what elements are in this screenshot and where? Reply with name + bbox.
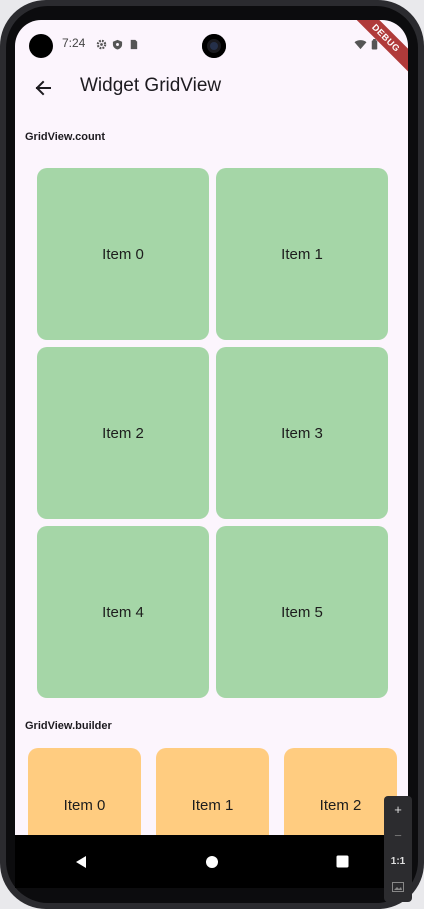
nav-home-button[interactable] [192, 842, 232, 882]
gridview-count[interactable]: Item 0 Item 1 Item 2 Item 3 Item 4 Item … [37, 168, 389, 698]
back-triangle-icon [75, 855, 86, 868]
zoom-in-button[interactable]: + [384, 796, 412, 822]
status-time: 7:24 [62, 36, 86, 50]
grid-tile[interactable]: Item 5 [216, 526, 388, 698]
home-circle-icon [205, 855, 218, 868]
app-bar: Widget GridView [15, 68, 408, 108]
status-bar: 7:24 DEBUG [15, 20, 408, 78]
front-camera-cutout [29, 34, 53, 58]
gear-icon [96, 37, 107, 50]
grid-tile[interactable]: Item 3 [216, 347, 388, 519]
status-icons [96, 37, 139, 50]
sim-card-icon [128, 37, 139, 50]
zoom-ratio-button[interactable]: 1:1 [384, 848, 412, 874]
section-title-gridview-builder: GridView.builder [25, 720, 112, 732]
image-icon [392, 882, 404, 892]
status-right-icons [354, 37, 378, 55]
arrow-back-icon [35, 80, 51, 96]
recents-square-icon [336, 855, 349, 868]
emulator-zoom-panel: + − 1:1 [384, 796, 412, 902]
wifi-icon [354, 37, 367, 55]
grid-tile[interactable]: Item 0 [37, 168, 209, 340]
grid-tile[interactable]: Item 1 [216, 168, 388, 340]
phone-screen: 7:24 DEBUG Widget GridView GridView.coun… [15, 20, 408, 888]
nav-back-button[interactable] [61, 842, 101, 882]
back-button[interactable] [29, 74, 57, 102]
center-camera-cutout [202, 34, 226, 58]
zoom-out-button[interactable]: − [384, 822, 412, 848]
shield-icon [112, 37, 123, 50]
grid-tile[interactable]: Item 4 [37, 526, 209, 698]
nav-recents-button[interactable] [323, 842, 363, 882]
page-title: Widget GridView [80, 75, 222, 96]
system-navigation-bar [15, 835, 408, 888]
screenshot-button[interactable] [384, 874, 412, 900]
grid-tile[interactable]: Item 2 [37, 347, 209, 519]
section-title-gridview-count: GridView.count [25, 131, 106, 143]
